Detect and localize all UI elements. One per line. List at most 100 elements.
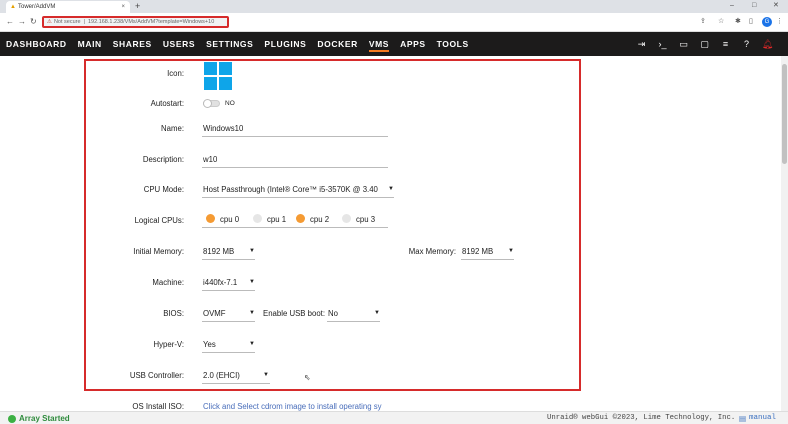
chevron-down-icon: ▼: [508, 248, 514, 254]
nav-docker[interactable]: DOCKER: [317, 32, 357, 56]
close-tab-icon[interactable]: ×: [121, 1, 125, 13]
back-arrow-icon[interactable]: ←: [6, 16, 14, 28]
autostart-label: Autostart:: [150, 99, 184, 108]
bell-icon[interactable]: 🔔︎: [757, 32, 778, 56]
window-close-icon[interactable]: ✕: [773, 0, 779, 12]
cpu0-checkbox[interactable]: [206, 214, 215, 223]
tab-title: Tower/AddVM: [18, 4, 56, 10]
cpu3-checkbox[interactable]: [342, 214, 351, 223]
cpu-mode-label: CPU Mode:: [143, 185, 184, 194]
nav-apps[interactable]: APPS: [400, 32, 426, 56]
log-icon[interactable]: ≡: [715, 32, 736, 56]
nav-main[interactable]: MAIN: [78, 32, 102, 56]
cpu-mode-underline: [202, 197, 394, 198]
name-input[interactable]: Windows10: [203, 124, 243, 133]
bios-select[interactable]: OVMF: [203, 309, 226, 318]
chevron-down-icon: ▼: [263, 372, 269, 378]
initial-memory-select[interactable]: 8192 MB: [203, 247, 234, 256]
warning-icon: ▲: [10, 4, 16, 10]
browser-tab[interactable]: ▲ Tower/AddVM ×: [6, 1, 130, 13]
sidebar-icon[interactable]: ▯: [749, 17, 753, 27]
max-memory-underline: [461, 259, 514, 260]
terminal-icon[interactable]: ›_: [652, 32, 673, 56]
not-secure-label: Not secure: [53, 19, 81, 25]
usb-controller-label: USB Controller:: [129, 371, 184, 380]
cpu2-label: cpu 2: [310, 215, 330, 224]
status-footer: Array Started Unraid® webGui ©2023, Lime…: [0, 411, 788, 424]
description-underline: [202, 167, 388, 168]
logical-cpus-label: Logical CPUs:: [134, 216, 184, 225]
url-text: 192.168.1.238/VMs/AddVM?template=Windows…: [87, 19, 215, 25]
machine-label: Machine:: [152, 278, 184, 287]
page-scrollbar[interactable]: [781, 56, 788, 411]
machine-select[interactable]: i440fx-7.1: [203, 278, 237, 287]
cpu1-checkbox[interactable]: [253, 214, 262, 223]
warning-icon: ⚠: [47, 19, 52, 25]
nav-dashboard[interactable]: DASHBOARD: [6, 32, 67, 56]
name-underline: [202, 136, 388, 137]
max-memory-label: Max Memory:: [408, 247, 456, 256]
hyperv-select[interactable]: Yes: [203, 340, 216, 349]
nav-shares[interactable]: SHARES: [113, 32, 152, 56]
new-tab-button[interactable]: +: [135, 0, 140, 12]
share-icon[interactable]: ⇪: [700, 17, 706, 27]
reload-icon[interactable]: ↻: [30, 16, 37, 28]
toggle-knob: [203, 99, 212, 108]
os-iso-label: OS Install ISO:: [132, 402, 184, 411]
initial-memory-underline: [202, 259, 255, 260]
nav-plugins[interactable]: PLUGINS: [264, 32, 306, 56]
usb-controller-select[interactable]: 2.0 (EHCI): [203, 371, 240, 380]
autostart-toggle[interactable]: [203, 99, 220, 108]
max-memory-select[interactable]: 8192 MB: [462, 247, 493, 256]
hyperv-underline: [202, 352, 255, 353]
chevron-down-icon: ▼: [249, 248, 255, 254]
nav-tools[interactable]: TOOLS: [437, 32, 469, 56]
description-input[interactable]: w10: [203, 155, 217, 164]
minimize-icon[interactable]: –: [730, 0, 734, 12]
profile-avatar[interactable]: G: [762, 17, 772, 27]
url-separator: |: [83, 19, 85, 25]
usb-boot-label: Enable USB boot:: [263, 309, 325, 318]
bookmark-star-icon[interactable]: ☆: [718, 17, 724, 27]
hyperv-label: Hyper-V:: [153, 340, 184, 349]
nav-settings[interactable]: SETTINGS: [206, 32, 253, 56]
cpu2-checkbox[interactable]: [296, 214, 305, 223]
os-iso-input[interactable]: Click and Select cdrom image to install …: [203, 402, 389, 411]
extensions-icon[interactable]: ✱: [735, 17, 741, 27]
cpu0-label: cpu 0: [220, 215, 240, 224]
machine-underline: [202, 290, 255, 291]
feedback-icon[interactable]: ▭: [673, 32, 694, 56]
forward-arrow-icon[interactable]: →: [18, 16, 26, 28]
nav-vms[interactable]: VMS: [368, 32, 390, 56]
logout-icon[interactable]: ⇥: [631, 32, 652, 56]
info-icon[interactable]: ▢: [694, 32, 715, 56]
copyright-text: Unraid® webGui ©2023, Lime Technology, I…: [547, 414, 736, 422]
name-label: Name:: [161, 124, 184, 133]
main-navigation: DASHBOARD MAIN SHARES USERS SETTINGS PLU…: [0, 32, 788, 56]
nav-users[interactable]: USERS: [163, 32, 195, 56]
array-status: Array Started: [19, 414, 70, 423]
vm-form: Icon: Autostart: NO Name: Windows10 Desc…: [0, 56, 788, 411]
maximize-icon[interactable]: □: [752, 0, 756, 12]
manual-link[interactable]: manual: [749, 413, 776, 424]
usb-controller-underline: [202, 383, 270, 384]
windows-logo-icon[interactable]: [204, 62, 232, 90]
autostart-value: NO: [225, 100, 235, 107]
browser-toolbar: ← → ↻ ⚠ Not secure | 192.168.1.238/VMs/AddV…: [0, 13, 788, 32]
browser-menu-icon[interactable]: ⋮: [776, 17, 783, 27]
cpus-underline: [202, 227, 388, 228]
help-icon[interactable]: ?: [736, 32, 757, 56]
bios-underline: [202, 321, 255, 322]
chevron-down-icon: ▼: [249, 310, 255, 316]
chevron-down-icon: ▼: [249, 279, 255, 285]
cpu-mode-select[interactable]: Host Passthrough (Intel® Core™ i5-3570K …: [203, 185, 388, 194]
address-bar[interactable]: ⚠ Not secure | 192.168.1.238/VMs/AddVM?temp…: [42, 16, 229, 28]
browser-tab-strip: ▲ Tower/AddVM × + – □ ✕: [0, 0, 788, 13]
cpu3-label: cpu 3: [356, 215, 376, 224]
bios-label: BIOS:: [163, 309, 184, 318]
header-icons: ⇥ ›_ ▭ ▢ ≡ ? 🔔︎: [631, 32, 778, 56]
usb-boot-select[interactable]: No: [328, 309, 338, 318]
usb-boot-underline: [327, 321, 380, 322]
scrollbar-thumb[interactable]: [782, 64, 787, 164]
array-status-icon: [8, 415, 16, 423]
